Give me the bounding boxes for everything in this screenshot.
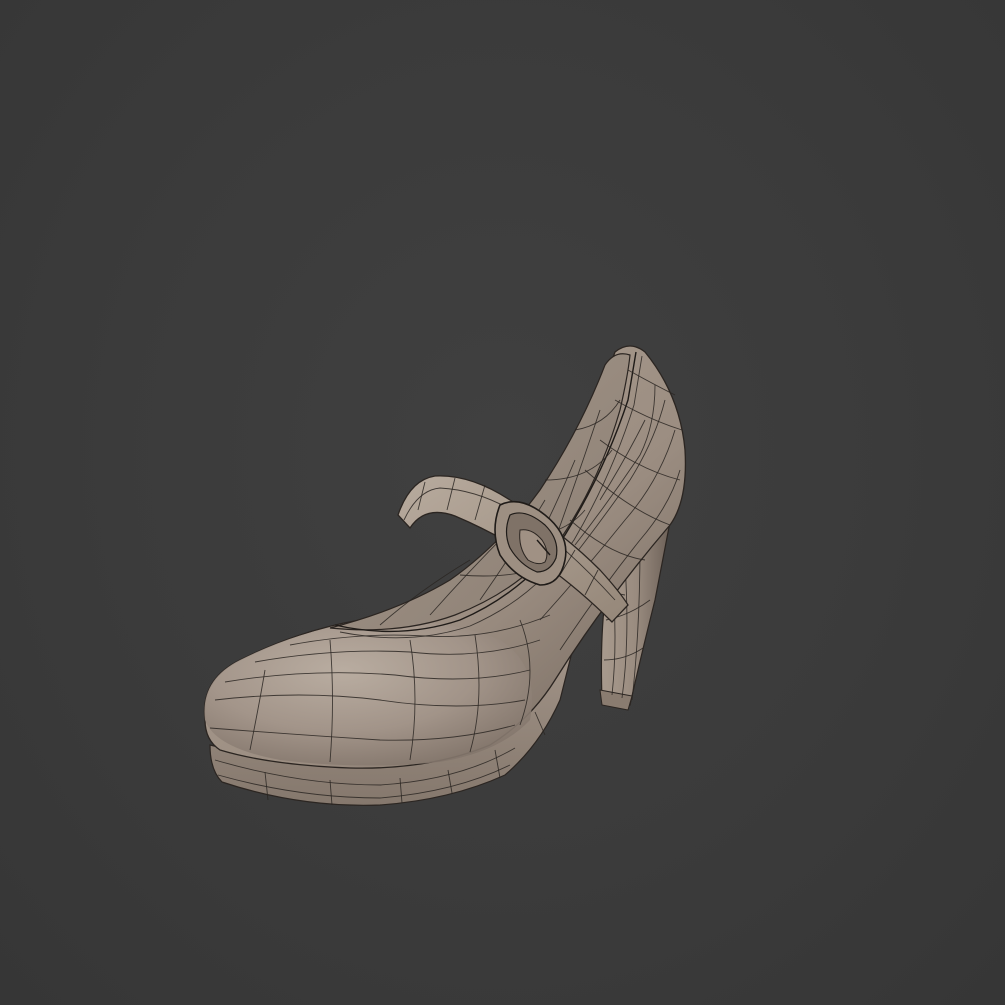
3d-viewport[interactable] xyxy=(0,0,1005,1005)
shoe-model[interactable] xyxy=(0,0,1005,1005)
